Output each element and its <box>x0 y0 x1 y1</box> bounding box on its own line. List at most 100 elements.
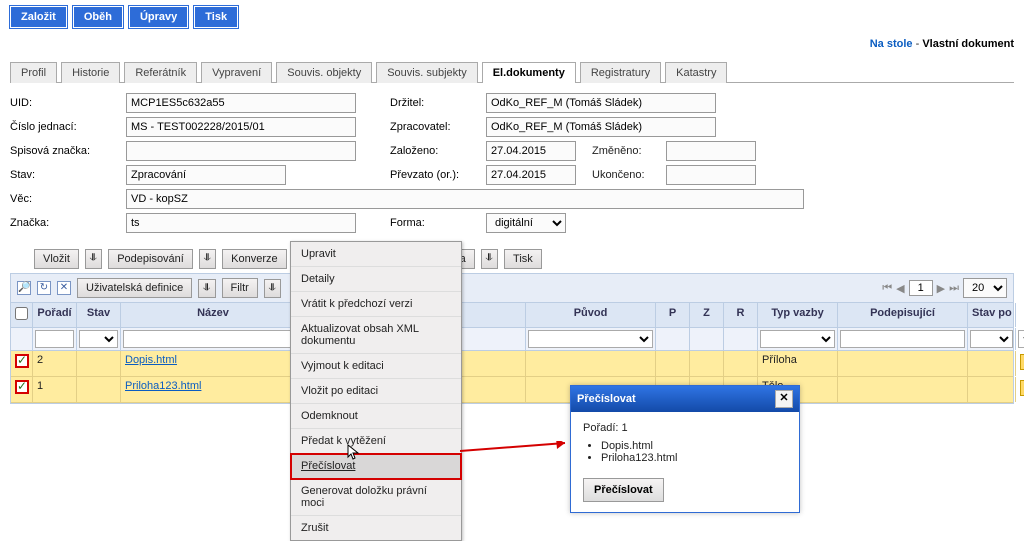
input-uid[interactable] <box>126 93 356 113</box>
col-p[interactable]: P <box>656 303 690 327</box>
filter-puvod[interactable] <box>528 330 653 348</box>
row-checkbox[interactable] <box>15 354 29 368</box>
col-poradi[interactable]: Pořadí <box>33 303 77 327</box>
tab-referatnik[interactable]: Referátník <box>124 62 197 83</box>
col-stavp[interactable]: Stav po <box>968 303 1016 327</box>
filter-stav[interactable] <box>79 330 118 348</box>
menu-generovat[interactable]: Generovat doložku právní moci <box>291 479 461 516</box>
row-nazev-link[interactable]: Priloha123.html <box>125 380 201 392</box>
edit-icon[interactable] <box>1020 380 1024 396</box>
edit-icon[interactable] <box>1020 354 1024 370</box>
dialog-title: Přečíslovat <box>577 393 636 405</box>
tb-vlozit-dd[interactable]: ⥥ <box>85 249 102 269</box>
filter-stavp[interactable] <box>970 330 1013 348</box>
page-last-icon[interactable]: ⏭ <box>949 282 959 295</box>
input-zpracovatel[interactable] <box>486 117 716 137</box>
grid-userdef[interactable]: Uživatelská definice <box>77 278 192 298</box>
input-ukonceno[interactable] <box>666 165 756 185</box>
grid-filter-dd[interactable]: ⥥ <box>264 279 281 298</box>
input-prevzato[interactable] <box>486 165 576 185</box>
label-prevzato: Převzato (or.): <box>390 169 482 181</box>
tab-profil[interactable]: Profil <box>10 62 57 83</box>
input-vec[interactable] <box>126 189 804 209</box>
menu-detaily[interactable]: Detaily <box>291 267 461 292</box>
page-prev-icon[interactable]: ◀ <box>896 282 904 295</box>
row-poradi: 2 <box>33 351 77 376</box>
label-spis: Spisová značka: <box>10 145 122 157</box>
filter-vazba[interactable] <box>760 330 835 348</box>
top-btn-obeh[interactable]: Oběh <box>73 6 123 28</box>
filter-podpis[interactable] <box>840 330 965 348</box>
grid-clear-icon[interactable]: ✕ <box>57 281 71 295</box>
col-podpis[interactable]: Podepisující <box>838 303 968 327</box>
grid-refresh-icon[interactable]: ↻ <box>37 281 51 295</box>
col-z[interactable]: Z <box>690 303 724 327</box>
dialog-list-item: Dopis.html <box>601 440 787 452</box>
col-f[interactable]: F <box>1016 303 1024 327</box>
tab-katastry[interactable]: Katastry <box>665 62 727 83</box>
input-spis[interactable] <box>126 141 356 161</box>
top-btn-zalozit[interactable]: Založit <box>10 6 67 28</box>
menu-odemknout[interactable]: Odemknout <box>291 404 461 429</box>
page-next-icon[interactable]: ▶ <box>937 282 945 295</box>
select-forma[interactable]: digitální <box>486 213 566 233</box>
menu-upravit[interactable]: Upravit <box>291 242 461 267</box>
label-vec: Věc: <box>10 193 122 205</box>
input-zalozeno[interactable] <box>486 141 576 161</box>
row-nazev-link[interactable]: Dopis.html <box>125 354 177 366</box>
tab-bar: Profil Historie Referátník Vypravení Sou… <box>10 61 1014 83</box>
page-size[interactable]: 20 <box>963 278 1007 298</box>
input-zmeneno[interactable] <box>666 141 756 161</box>
filter-f[interactable] <box>1018 330 1024 348</box>
menu-vratit[interactable]: Vrátit k předchozí verzi <box>291 292 461 317</box>
table-row[interactable]: 1 Priloha123.html Tělo <box>11 377 1013 403</box>
grid-userdef-dd[interactable]: ⥥ <box>198 279 215 298</box>
col-puvod[interactable]: Původ <box>526 303 656 327</box>
row-vazba: Příloha <box>758 351 838 376</box>
tb-podepisovani[interactable]: Podepisování <box>108 249 193 269</box>
row-checkbox[interactable] <box>15 380 29 394</box>
tab-registratury[interactable]: Registratury <box>580 62 661 83</box>
input-drzitel[interactable] <box>486 93 716 113</box>
tab-souvis-subjekty[interactable]: Souvis. subjekty <box>376 62 477 83</box>
tb-konverze[interactable]: Konverze <box>222 249 286 269</box>
grid-search-icon[interactable]: 🔎 <box>17 281 31 295</box>
col-nazev[interactable]: Název <box>121 303 306 327</box>
tab-vypraveni[interactable]: Vypravení <box>201 62 272 83</box>
menu-vyjmout[interactable]: Vyjmout k editaci <box>291 354 461 379</box>
tb-tisk[interactable]: Tisk <box>504 249 542 269</box>
filter-nazev[interactable] <box>123 330 303 348</box>
page-first-icon[interactable]: ⏮ <box>882 282 892 295</box>
dialog-close-icon[interactable]: ✕ <box>775 390 793 408</box>
col-r[interactable]: R <box>724 303 758 327</box>
precislovat-dialog: Přečíslovat ✕ Pořadí: 1 Dopis.html Prilo… <box>570 385 800 513</box>
top-btn-upravy[interactable]: Úpravy <box>129 6 188 28</box>
page-number[interactable] <box>909 280 933 296</box>
col-vazba[interactable]: Typ vazby <box>758 303 838 327</box>
grid-filter-btn[interactable]: Filtr <box>222 278 258 298</box>
label-stav: Stav: <box>10 169 122 181</box>
input-stav[interactable] <box>126 165 286 185</box>
menu-vlozit-po[interactable]: Vložit po editaci <box>291 379 461 404</box>
tb-podepisovani-dd[interactable]: ⥥ <box>199 249 216 269</box>
menu-aktualizovat[interactable]: Aktualizovat obsah XML dokumentu <box>291 317 461 354</box>
tb-vlozit[interactable]: Vložit <box>34 249 79 269</box>
input-cislo[interactable] <box>126 117 356 137</box>
tab-eldokumenty[interactable]: El.dokumenty <box>482 62 576 83</box>
table-row[interactable]: 2 Dopis.html Příloha <box>11 351 1013 377</box>
breadcrumb-location: Na stole <box>870 38 913 50</box>
input-znacka[interactable] <box>126 213 356 233</box>
col-stav[interactable]: Stav <box>77 303 121 327</box>
dialog-poradi-value: 1 <box>622 422 628 434</box>
tab-souvis-objekty[interactable]: Souvis. objekty <box>276 62 372 83</box>
top-btn-tisk[interactable]: Tisk <box>194 6 238 28</box>
breadcrumb-title: Vlastní dokument <box>922 38 1014 50</box>
menu-zrusit[interactable]: Zrušit <box>291 516 461 540</box>
filter-poradi[interactable] <box>35 330 74 348</box>
tab-historie[interactable]: Historie <box>61 62 120 83</box>
menu-predat[interactable]: Předat k vytěžení <box>291 429 461 454</box>
dialog-precislovat-button[interactable]: Přečíslovat <box>583 478 664 502</box>
menu-precislovat[interactable]: Přečíslovat <box>291 454 461 479</box>
tb-datova-veta-dd[interactable]: ⥥ <box>481 249 498 269</box>
grid-check-all[interactable] <box>15 307 28 320</box>
